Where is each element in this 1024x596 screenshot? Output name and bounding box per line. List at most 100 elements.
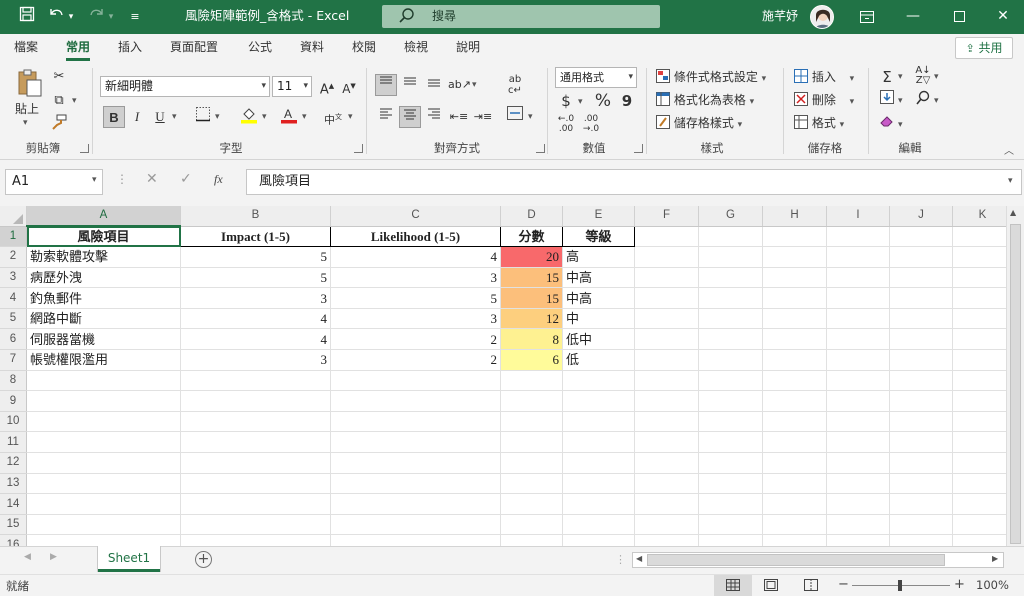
risk-item-cell[interactable]: 勒索軟體攻擊 — [26, 246, 181, 268]
save-icon[interactable] — [16, 6, 38, 28]
cell[interactable] — [826, 390, 890, 412]
worksheet-grid[interactable]: A B C D E F G H I J K 1 風險項目 Impact (1-5… — [0, 206, 1024, 546]
clipboard-dialog-launcher-icon[interactable] — [80, 144, 89, 153]
decrease-decimal-icon[interactable]: .00 →.0 — [580, 114, 602, 136]
fill-icon[interactable] — [876, 90, 898, 112]
insert-function-icon[interactable]: fx — [214, 172, 223, 187]
cell[interactable] — [330, 473, 501, 495]
cut-icon[interactable]: ✂ — [48, 66, 70, 88]
cell[interactable] — [330, 431, 501, 454]
cell[interactable] — [762, 534, 827, 546]
column-header[interactable]: J — [889, 206, 953, 227]
cell[interactable] — [180, 514, 331, 536]
cell[interactable] — [698, 308, 763, 330]
row-header[interactable]: 13 — [0, 473, 27, 495]
risk-item-cell[interactable]: 釣魚郵件 — [26, 287, 181, 309]
likelihood-cell[interactable]: 3 — [330, 308, 501, 330]
scroll-right-icon[interactable]: ▶ — [992, 554, 998, 563]
decrease-font-size-icon[interactable]: A▼ — [338, 75, 360, 97]
likelihood-cell[interactable]: 3 — [330, 267, 501, 289]
risk-item-cell[interactable]: 伺服器當機 — [26, 328, 181, 351]
cell[interactable] — [698, 349, 763, 371]
cell[interactable] — [26, 370, 181, 392]
decrease-indent-icon[interactable]: ⇤≡ — [448, 106, 470, 128]
conditional-formatting-button[interactable]: 條件式格式設定 ▾ — [656, 68, 766, 85]
cell[interactable] — [330, 411, 501, 433]
wrap-text-icon[interactable]: ab c↵ — [504, 74, 526, 96]
cell[interactable] — [330, 514, 501, 536]
level-cell[interactable]: 中高 — [562, 267, 635, 289]
cell[interactable] — [698, 370, 763, 392]
borders-icon[interactable] — [192, 106, 214, 128]
impact-cell[interactable]: 3 — [180, 287, 331, 309]
currency-format-icon[interactable]: $ — [555, 90, 577, 112]
format-as-table-button[interactable]: 格式化為表格 ▾ — [656, 91, 754, 108]
font-size-select[interactable]: 11 ▾ — [272, 76, 312, 97]
level-cell[interactable]: 中高 — [562, 287, 635, 309]
undo-icon[interactable] — [45, 6, 67, 28]
cell[interactable] — [634, 328, 699, 351]
bold-button[interactable]: B — [103, 106, 125, 128]
score-cell[interactable]: 15 — [500, 287, 563, 309]
alignment-dialog-launcher-icon[interactable] — [536, 144, 545, 153]
cell[interactable] — [762, 493, 827, 515]
cell[interactable] — [889, 246, 953, 268]
copy-icon[interactable]: ⧉ — [48, 90, 70, 112]
row-header[interactable]: 16 — [0, 534, 27, 546]
cell[interactable] — [826, 370, 890, 392]
font-color-dropdown-icon[interactable]: ▾ — [302, 112, 307, 122]
cell[interactable] — [26, 390, 181, 412]
cell[interactable] — [889, 328, 953, 351]
cell[interactable] — [698, 267, 763, 289]
cell[interactable] — [762, 514, 827, 536]
cell[interactable] — [952, 514, 1013, 536]
level-cell[interactable]: 低 — [562, 349, 635, 371]
scrollbar-thumb[interactable] — [1010, 224, 1021, 544]
impact-cell[interactable]: 4 — [180, 328, 331, 351]
tab-file[interactable]: 檔案 — [14, 39, 38, 61]
format-painter-icon[interactable] — [48, 114, 70, 136]
cell[interactable] — [562, 534, 635, 546]
cell[interactable] — [562, 493, 635, 515]
borders-dropdown-icon[interactable]: ▾ — [215, 112, 220, 122]
cell[interactable] — [562, 370, 635, 392]
cell[interactable] — [952, 431, 1013, 454]
cell[interactable] — [634, 534, 699, 546]
increase-decimal-icon[interactable]: ←.0.00 — [555, 114, 577, 136]
cell[interactable] — [952, 349, 1013, 371]
fill-color-icon[interactable] — [238, 106, 260, 128]
cell[interactable] — [634, 390, 699, 412]
score-cell[interactable]: 12 — [500, 308, 563, 330]
column-header[interactable]: C — [330, 206, 501, 227]
cell[interactable] — [698, 390, 763, 412]
cell[interactable] — [26, 452, 181, 474]
cell[interactable] — [762, 287, 827, 309]
scroll-sheets-right-icon[interactable]: ▶ — [50, 552, 57, 562]
cell[interactable] — [634, 287, 699, 309]
cell[interactable] — [889, 534, 953, 546]
cell[interactable] — [826, 246, 890, 268]
cell[interactable] — [889, 411, 953, 433]
search-box[interactable]: 搜尋 — [382, 5, 660, 28]
level-cell[interactable]: 高 — [562, 246, 635, 268]
cell[interactable] — [826, 287, 890, 309]
autosum-dropdown-icon[interactable]: ▾ — [898, 72, 903, 82]
orientation-icon[interactable]: ab↗ — [448, 74, 471, 96]
row-header[interactable]: 3 — [0, 267, 27, 289]
impact-cell[interactable]: 5 — [180, 267, 331, 289]
cell[interactable] — [826, 267, 890, 289]
cell[interactable] — [952, 370, 1013, 392]
cell[interactable] — [500, 431, 563, 454]
font-color-icon[interactable]: A — [278, 106, 300, 128]
formula-input[interactable]: 風險項目 — [246, 169, 1022, 195]
header-cell-likelihood[interactable]: Likelihood (1-5) — [330, 225, 501, 248]
horizontal-scrollbar[interactable]: ◀ ▶ — [632, 552, 1004, 568]
column-header[interactable]: I — [826, 206, 890, 227]
scroll-sheets-left-icon[interactable]: ◀ — [24, 552, 31, 562]
level-cell[interactable]: 低中 — [562, 328, 635, 351]
cell[interactable] — [762, 328, 827, 351]
select-all-corner[interactable] — [0, 206, 27, 227]
autosum-icon[interactable]: Σ — [876, 66, 898, 88]
find-select-icon[interactable] — [912, 90, 934, 112]
cell-styles-button[interactable]: 儲存格樣式 ▾ — [656, 114, 742, 131]
